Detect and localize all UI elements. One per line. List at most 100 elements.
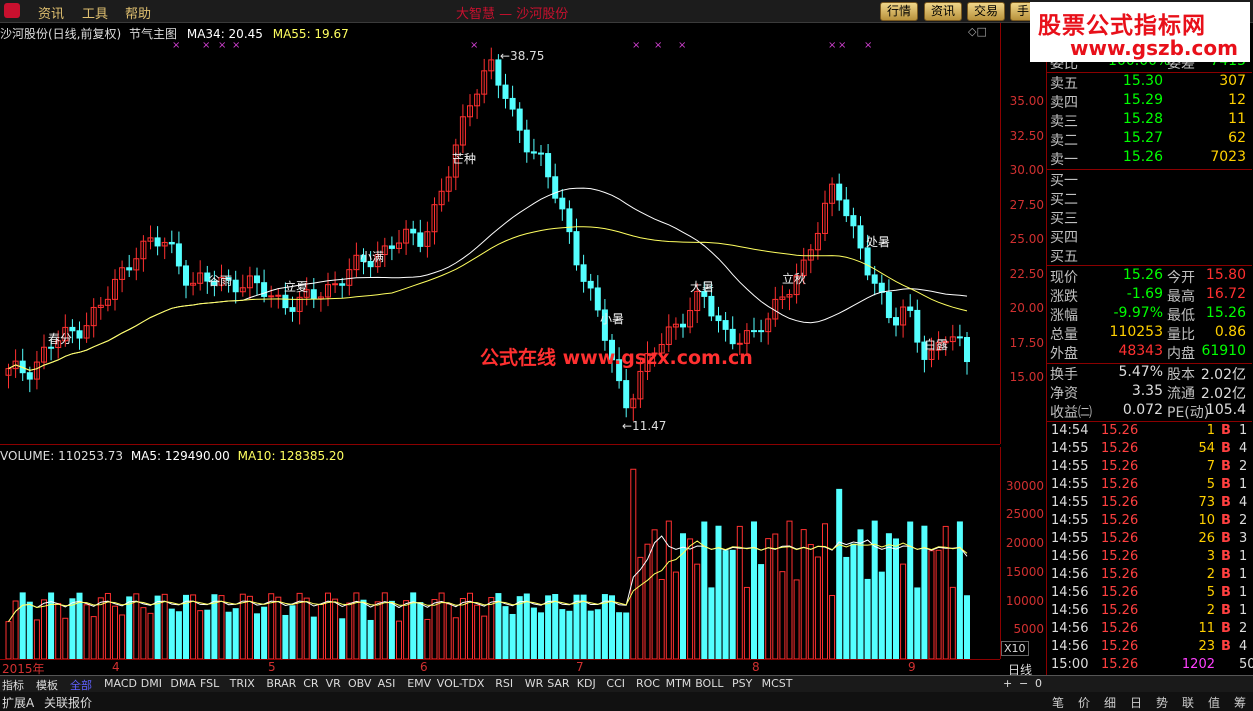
stat-row: 涨跌 -1.69 最高 16.72 <box>1047 286 1252 305</box>
stat-row: 涨幅 -9.97% 最低 15.26 <box>1047 305 1252 324</box>
volume-bar <box>538 612 544 659</box>
volume-bar <box>488 597 495 659</box>
indicator-tab-11[interactable]: OBV <box>348 677 371 690</box>
panel-restore-icon[interactable]: ◇□ <box>968 25 987 38</box>
app-logo-icon[interactable] <box>4 3 20 18</box>
volume-bar <box>310 616 317 659</box>
indicator-tab-3[interactable]: MACD <box>104 677 137 690</box>
indicator-name[interactable]: 节气主图 <box>129 27 177 41</box>
volume-chart[interactable] <box>0 447 1000 659</box>
indicator-tab-15[interactable]: RSI <box>495 677 513 690</box>
stat-label: 流通 <box>1167 386 1195 402</box>
indicator-tab-17[interactable]: SAR <box>547 677 569 690</box>
indicator-tab-16[interactable]: WR <box>525 677 544 690</box>
bid-label: 买四 <box>1050 230 1078 246</box>
quote-tab-7[interactable]: 筹 <box>1234 694 1246 711</box>
indicator-tab-8[interactable]: BRAR <box>266 677 296 690</box>
bid-label: 买二 <box>1050 192 1078 208</box>
menu-news[interactable]: 资讯 <box>38 3 64 22</box>
tab-quotes[interactable]: 行情 <box>880 2 919 21</box>
indicator-tab-19[interactable]: CCI <box>606 677 625 690</box>
indicator-tab-14[interactable]: VOL-TDX <box>437 677 485 690</box>
candle-body <box>154 237 161 247</box>
candle-body <box>530 151 537 154</box>
tick-flag: B <box>1221 423 1231 438</box>
volume-bar <box>729 549 736 659</box>
vol-ma5-legend: MA5: 129490.00 <box>130 449 230 463</box>
indicator-tab-4[interactable]: DMI <box>141 677 162 690</box>
indicator-tab-22[interactable]: BOLL <box>695 677 723 690</box>
tick-volume: 5 <box>1206 585 1215 600</box>
menu-tools[interactable]: 工具 <box>82 3 108 22</box>
volume-bar <box>69 598 76 659</box>
menu-help[interactable]: 帮助 <box>125 3 151 22</box>
volume-bar <box>26 601 33 659</box>
volume-bar <box>218 595 225 659</box>
price-tick-label: 30.00 <box>1009 163 1044 177</box>
candle-body <box>332 283 339 286</box>
date-label: 4 <box>112 660 120 674</box>
add-button[interactable]: + <box>1003 677 1012 690</box>
candle-body <box>502 84 509 99</box>
indicator-tab-10[interactable]: VR <box>326 677 341 690</box>
indicator-tab-20[interactable]: ROC <box>636 677 660 690</box>
bid-row: 买一 <box>1047 170 1252 189</box>
bid-row: 买二 <box>1047 189 1252 208</box>
zero-button[interactable]: 0 <box>1035 677 1042 690</box>
indicator-tab-24[interactable]: MCST <box>762 677 793 690</box>
indicator-tab-7[interactable]: TRIX <box>230 677 255 690</box>
indicator-tab-23[interactable]: PSY <box>732 677 752 690</box>
price-tick-label: 15.00 <box>1009 370 1044 384</box>
volume-bar <box>701 521 708 659</box>
bid-label: 买五 <box>1050 249 1078 265</box>
volume-bar <box>154 595 161 659</box>
window-title: 大智慧 — 沙河股份 <box>456 7 569 22</box>
tab-info[interactable]: 资讯 <box>924 2 963 21</box>
ask-row: 卖四 15.29 12 <box>1047 92 1252 111</box>
candle-body <box>523 129 530 153</box>
quote-tab-3[interactable]: 日 <box>1130 694 1142 711</box>
volume-chart-panel[interactable]: VOLUME: 110253.73 MA5: 129490.00 MA10: 1… <box>0 447 1000 659</box>
quote-tab-2[interactable]: 细 <box>1104 694 1116 711</box>
tick-price: 15.26 <box>1101 657 1139 672</box>
volume-bar <box>672 571 679 659</box>
tab-trade[interactable]: 交易 <box>967 2 1006 21</box>
tick-price: 15.26 <box>1101 567 1139 582</box>
volume-bar <box>332 598 339 659</box>
indicator-tab-9[interactable]: CR <box>303 677 318 690</box>
linked-quote-tab[interactable]: 关联报价 <box>44 694 92 711</box>
quote-tab-6[interactable]: 值 <box>1208 694 1220 711</box>
tick-count: 1 <box>1239 423 1248 438</box>
quote-tab-5[interactable]: 联 <box>1182 694 1194 711</box>
tick-flag: B <box>1221 621 1231 636</box>
price-chart-panel[interactable]: ←38.75 ←11.47 春分 谷雨 立夏 小满 芒种 小暑 大暑 立秋 处暑 白露 × × × × × × × ×… <box>0 23 1000 445</box>
volume-bar <box>786 520 793 659</box>
candlestick-chart[interactable]: ←38.75←11.47春分谷雨 立夏小满芒种小暑大暑立秋处暑白露× × × × × × × ×… <box>0 23 1000 444</box>
quote-tab-1[interactable]: 价 <box>1078 694 1090 711</box>
volume-bar <box>687 538 694 659</box>
quote-tab-4[interactable]: 势 <box>1156 694 1168 711</box>
indicator-tab-2[interactable]: 全部 <box>70 677 92 693</box>
remove-button[interactable]: − <box>1019 677 1028 690</box>
candle-body <box>76 330 83 339</box>
volume-bar <box>246 595 253 659</box>
volume-bar <box>658 578 665 659</box>
signal-marker: × <box>864 40 872 51</box>
indicator-tab-0[interactable]: 指标 <box>2 677 24 693</box>
stat-row: 外盘 48343 内盘 61910 <box>1047 343 1252 362</box>
signal-marker: × <box>828 40 836 51</box>
candle-body <box>680 323 686 328</box>
indicator-tab-12[interactable]: ASI <box>378 677 396 690</box>
tick-flag: B <box>1221 441 1231 456</box>
indicator-tab-1[interactable]: 模板 <box>36 677 58 693</box>
indicator-tab-21[interactable]: MTM <box>666 677 692 690</box>
indicator-tab-6[interactable]: FSL <box>200 677 219 690</box>
indicator-tab-18[interactable]: KDJ <box>577 677 596 690</box>
candle-body <box>545 153 552 178</box>
expand-tab[interactable]: 扩展A <box>2 694 34 711</box>
quote-tab-0[interactable]: 笔 <box>1052 694 1064 711</box>
indicator-tab-5[interactable]: DMA <box>170 677 196 690</box>
indicator-tab-13[interactable]: EMV <box>407 677 431 690</box>
candle-body <box>836 183 843 201</box>
volume-bar <box>197 610 204 659</box>
